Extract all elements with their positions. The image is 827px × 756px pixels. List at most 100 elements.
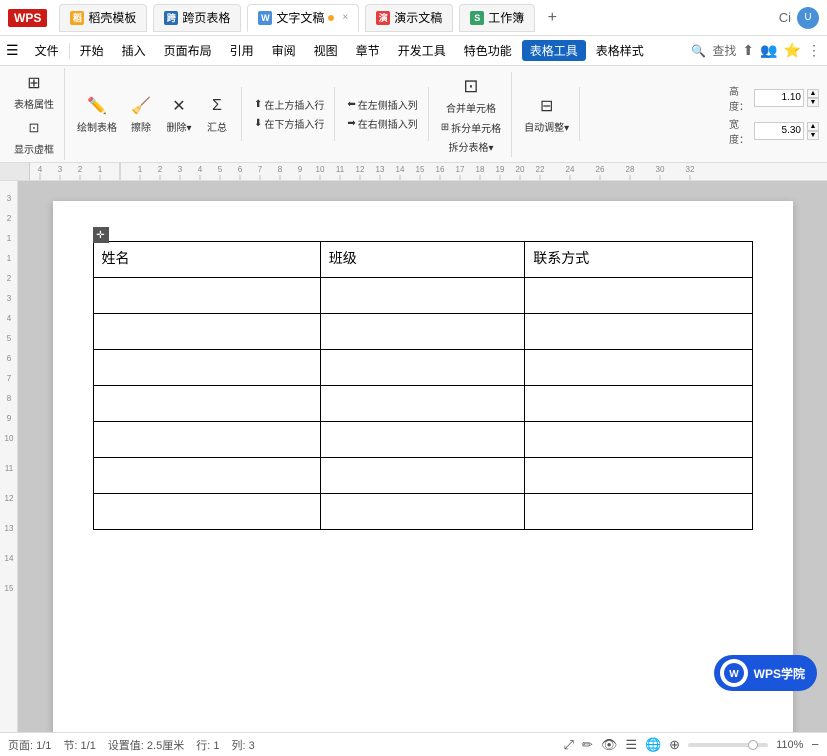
btn-table-properties[interactable]: ⊞ 表格属性 [10, 70, 58, 113]
width-up[interactable]: ▲ [807, 122, 819, 131]
svg-text:4: 4 [38, 165, 43, 174]
insert-row-above-icon: ⬆ [254, 99, 262, 110]
btn-merge-cells[interactable]: ⊡ 合并单元格 [442, 74, 500, 117]
gongzuobu-label: 工作簿 [488, 9, 524, 26]
cell-name-5[interactable] [93, 422, 320, 458]
svg-text:2: 2 [7, 214, 12, 223]
menu-yinyong[interactable]: 引用 [222, 40, 262, 61]
delete-label: 删除▾ [166, 119, 191, 134]
menu-kaishi[interactable]: 开始 [72, 40, 112, 61]
wenzi-close[interactable]: × [342, 12, 348, 23]
globe-icon[interactable]: 🌐 [645, 737, 661, 753]
toolbar-group-properties: ⊞ 表格属性 ⊡ 显示虚框 [4, 68, 65, 160]
cell-class-7[interactable] [320, 494, 525, 530]
menu-shenyue[interactable]: 审阅 [264, 40, 304, 61]
cell-class-3[interactable] [320, 350, 525, 386]
more-status-icon[interactable]: ⊕ [669, 737, 680, 753]
menu-biagestyle[interactable]: 表格样式 [588, 40, 652, 61]
menu-biagegongju[interactable]: 表格工具 [522, 40, 586, 61]
menu-zhangjie[interactable]: 章节 [348, 40, 388, 61]
cell-class-5[interactable] [320, 422, 525, 458]
menu-shitu[interactable]: 视图 [306, 40, 346, 61]
header-name[interactable]: 姓名 [93, 242, 320, 278]
cell-contact-2[interactable] [525, 314, 752, 350]
share-icon[interactable]: ⬆ [742, 42, 754, 59]
cell-contact-4[interactable] [525, 386, 752, 422]
split-icon: ⊞ [441, 122, 449, 133]
menu-tese[interactable]: 特色功能 [456, 40, 520, 61]
search-label[interactable]: 查找 [712, 42, 736, 59]
draw-label: 绘制表格 [77, 119, 117, 134]
cell-class-2[interactable] [320, 314, 525, 350]
width-down[interactable]: ▼ [807, 131, 819, 140]
tab-kuaye[interactable]: 跨 跨页表格 [153, 4, 241, 32]
header-contact[interactable]: 联系方式 [525, 242, 752, 278]
ruler-corner [0, 163, 30, 181]
menu-kaifa[interactable]: 开发工具 [390, 40, 454, 61]
btn-split-table[interactable]: 拆分表格▾ [444, 138, 497, 155]
search-icon: 🔍 [691, 44, 706, 58]
cell-name-3[interactable] [93, 350, 320, 386]
height-input[interactable] [754, 89, 804, 107]
height-down[interactable]: ▼ [807, 98, 819, 107]
more-icon[interactable]: ⋮ [807, 42, 821, 59]
table-move-handle[interactable]: ✛ [93, 227, 109, 243]
btn-insert-row-below[interactable]: ⬇ 在下方插入行 [250, 115, 328, 132]
cell-contact-5[interactable] [525, 422, 752, 458]
menu-file[interactable]: 文件 [27, 40, 67, 61]
btn-show-virtual[interactable]: ⊡ 显示虚框 [10, 115, 58, 158]
btn-insert-col-left[interactable]: ⬅ 在左侧插入列 [343, 96, 421, 113]
tab-gongzuobu[interactable]: S 工作簿 [459, 4, 535, 32]
add-tab-button[interactable]: + [541, 7, 563, 29]
ribbon-toolbar: ⊞ 表格属性 ⊡ 显示虚框 ✏️ 绘制表格 🧹 擦除 ✕ 删除▾ Σ 汇总 [0, 66, 827, 163]
layout-icon[interactable]: ☰ [625, 737, 637, 753]
cell-name-6[interactable] [93, 458, 320, 494]
cell-contact-1[interactable] [525, 278, 752, 314]
cell-class-4[interactable] [320, 386, 525, 422]
tab-daoke[interactable]: 稻 稻壳模板 [59, 4, 147, 32]
cell-class-6[interactable] [320, 458, 525, 494]
table-row [93, 314, 752, 350]
table-row [93, 350, 752, 386]
collab-icon[interactable]: 👥 [760, 42, 777, 59]
wps-badge[interactable]: W WPS学院 [714, 655, 817, 691]
horizontal-ruler: 4 3 2 1 1 2 3 4 5 6 7 8 [0, 163, 827, 181]
merge-icon: ⊡ [460, 76, 482, 98]
btn-draw-table[interactable]: ✏️ 绘制表格 [73, 93, 121, 136]
cell-name-1[interactable] [93, 278, 320, 314]
menu-charu[interactable]: 插入 [114, 40, 154, 61]
cell-contact-3[interactable] [525, 350, 752, 386]
btn-summary[interactable]: Σ 汇总 [199, 93, 235, 136]
wps-logo: WPS [8, 9, 47, 27]
avatar[interactable]: U [797, 7, 819, 29]
daoke-icon: 稻 [70, 11, 84, 25]
tab-wenzi[interactable]: W 文字文稿 × [247, 4, 359, 32]
header-class[interactable]: 班级 [320, 242, 525, 278]
svg-text:12: 12 [5, 494, 14, 503]
edit-icon[interactable]: ✏ [582, 737, 593, 753]
btn-erase[interactable]: 🧹 擦除 [123, 93, 159, 136]
tab-yanshi[interactable]: 演 演示文稿 [365, 4, 453, 32]
cell-contact-7[interactable] [525, 494, 752, 530]
btn-auto-adjust[interactable]: ⊟ 自动调整▾ [520, 93, 573, 136]
eye-icon[interactable]: 👁 [601, 737, 618, 753]
cell-contact-6[interactable] [525, 458, 752, 494]
height-up[interactable]: ▲ [807, 89, 819, 98]
zoom-slider[interactable] [688, 743, 768, 747]
btn-insert-col-right[interactable]: ➡ 在右侧插入列 [343, 115, 421, 132]
cell-name-2[interactable] [93, 314, 320, 350]
hamburger-menu[interactable]: ☰ [6, 42, 19, 59]
cell-name-4[interactable] [93, 386, 320, 422]
minus-icon[interactable]: − [811, 737, 819, 752]
kuaye-label: 跨页表格 [182, 9, 230, 26]
menu-yemian[interactable]: 页面布局 [156, 40, 220, 61]
btn-delete[interactable]: ✕ 删除▾ [161, 93, 197, 136]
cell-name-7[interactable] [93, 494, 320, 530]
bookmark-icon[interactable]: ⭐ [784, 42, 801, 59]
cell-class-1[interactable] [320, 278, 525, 314]
ci-text: Ci [779, 10, 791, 25]
fullscreen-icon[interactable]: ⤢ [564, 737, 574, 753]
width-input[interactable] [754, 122, 804, 140]
btn-insert-row-above[interactable]: ⬆ 在上方插入行 [250, 96, 328, 113]
btn-split-cells[interactable]: ⊞ 拆分单元格 [437, 119, 505, 136]
